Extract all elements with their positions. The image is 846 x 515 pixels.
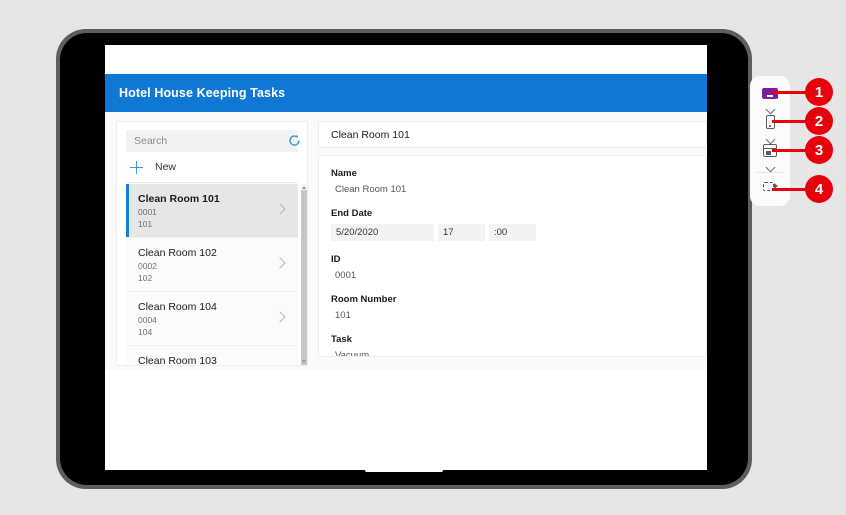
gallery-panel: Search New Clean Room 101 0001 101 Clean… (116, 121, 308, 366)
callout-leader-1 (772, 91, 808, 94)
new-record-label: New (155, 161, 177, 173)
end-date-label: End Date (331, 208, 373, 219)
end-hour-input[interactable]: 17 (438, 224, 485, 241)
callout-leader-3 (772, 149, 808, 152)
callout-badge-1: 1 (805, 78, 833, 106)
task-value[interactable]: Vacuum (335, 350, 706, 356)
list-item[interactable]: Clean Room 101 0001 101 (126, 184, 298, 238)
screenshot-stage: Hotel House Keeping Tasks Search New Cle… (0, 0, 846, 515)
list-item-room: 104 (138, 327, 153, 337)
refresh-icon[interactable] (288, 134, 301, 147)
callout-leader-4 (772, 188, 808, 191)
id-label: ID (331, 254, 341, 265)
gallery-scrollbar[interactable] (301, 184, 307, 365)
plus-icon (130, 160, 143, 174)
chevron-down-icon[interactable] (765, 104, 775, 115)
chevron-down-icon[interactable] (765, 134, 775, 145)
callout-badge-4: 4 (805, 175, 833, 203)
name-value[interactable]: Clean Room 101 (335, 184, 706, 195)
gallery-list[interactable]: Clean Room 101 0001 101 Clean Room 102 0… (126, 184, 298, 365)
list-item-title: Clean Room 104 (138, 301, 217, 313)
rotate-device-icon[interactable] (762, 180, 778, 193)
tablet-device-frame: Hotel House Keeping Tasks Search New Cle… (56, 29, 752, 489)
new-record-button[interactable]: New (126, 152, 298, 183)
home-indicator (365, 468, 443, 472)
search-box[interactable]: Search (126, 130, 301, 152)
name-label: Name (331, 168, 357, 179)
callout-badge-3: 3 (805, 136, 833, 164)
callout-leader-2 (772, 120, 808, 123)
search-input[interactable]: Search (134, 135, 167, 147)
end-date-row: 5/20/2020 17 :00 (331, 224, 706, 241)
detail-form: Name Clean Room 101 End Date 5/20/2020 1… (318, 155, 707, 357)
detail-title: Clean Room 101 (331, 128, 410, 141)
detail-panel: Clean Room 101 Name Clean Room 101 End D… (318, 121, 707, 370)
id-value[interactable]: 0001 (335, 270, 706, 281)
selection-indicator (126, 184, 129, 237)
list-item-title: Clean Room 102 (138, 247, 217, 259)
list-item[interactable]: Clean Room 103 0003 103 (126, 346, 298, 365)
end-minute-input[interactable]: :00 (489, 224, 536, 241)
room-number-label: Room Number (331, 294, 397, 305)
end-date-input[interactable]: 5/20/2020 (331, 224, 434, 241)
chevron-down-icon[interactable] (765, 162, 775, 173)
scroll-up-icon[interactable] (302, 186, 306, 189)
list-item-room: 102 (138, 273, 153, 283)
callout-badge-2: 2 (805, 107, 833, 135)
task-label: Task (331, 334, 352, 345)
app-body: Search New Clean Room 101 0001 101 Clean… (105, 112, 707, 370)
room-number-value[interactable]: 101 (335, 310, 706, 321)
device-preview-strip (750, 76, 790, 206)
detail-title-card: Clean Room 101 (318, 121, 707, 148)
list-item-title: Clean Room 101 (138, 193, 220, 205)
app-title: Hotel House Keeping Tasks (119, 86, 286, 100)
tablet-screen-bezel: Hotel House Keeping Tasks Search New Cle… (60, 33, 748, 485)
strip-divider (757, 172, 783, 173)
scroll-down-icon[interactable] (302, 360, 306, 363)
list-item-room: 101 (138, 219, 153, 229)
list-item-title: Clean Room 103 (138, 355, 217, 365)
app-header: Hotel House Keeping Tasks (105, 74, 707, 112)
list-item[interactable]: Clean Room 104 0004 104 (126, 292, 298, 346)
scrollbar-thumb[interactable] (301, 190, 307, 365)
list-item[interactable]: Clean Room 102 0002 102 (126, 238, 298, 292)
app-viewport: Hotel House Keeping Tasks Search New Cle… (105, 45, 707, 470)
